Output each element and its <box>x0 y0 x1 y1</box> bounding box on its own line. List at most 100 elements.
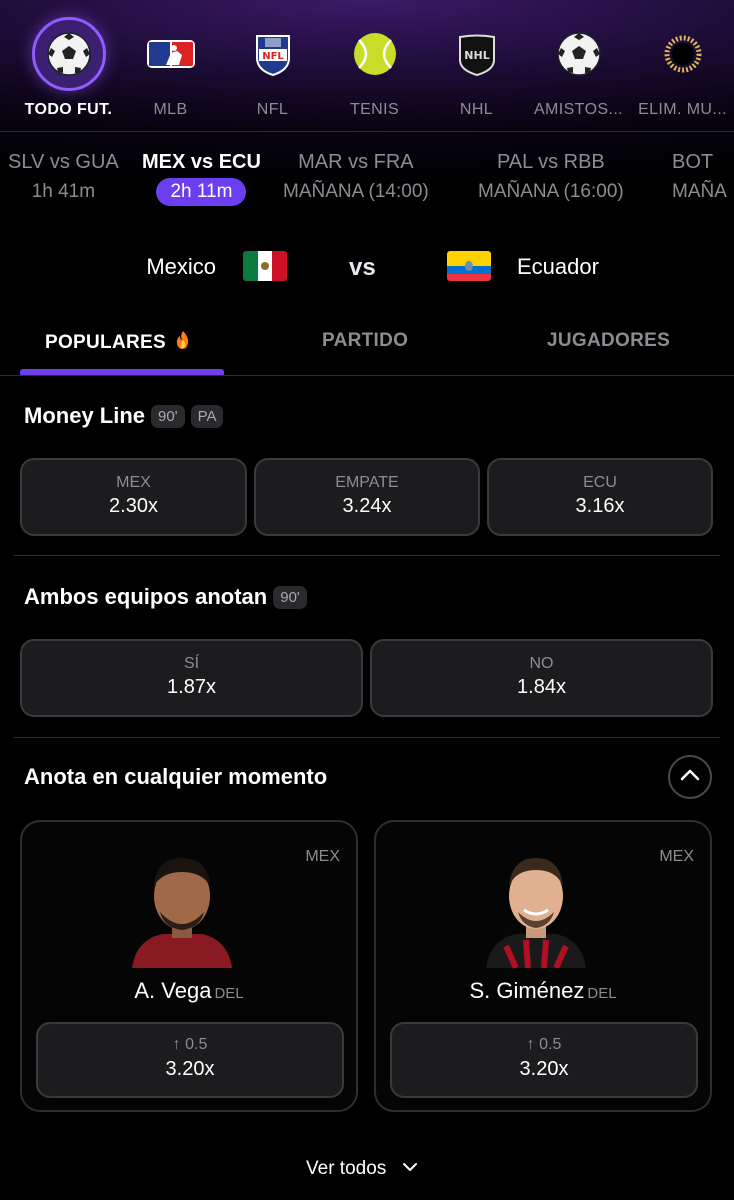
odds-value: 3.20x <box>519 1058 569 1080</box>
match-item[interactable]: SLV vs GUA 1h 41m <box>8 151 119 203</box>
anytime-scorer-section-title: Anota en cualquier momento <box>24 764 328 789</box>
tab-jugadores[interactable]: JUGADORES <box>547 330 670 352</box>
sport-label: MLB <box>153 101 188 118</box>
match-item[interactable]: PAL vs RBB MAÑANA (16:00) <box>478 151 624 203</box>
player-name-row: S. Giménez DEL <box>376 978 710 1004</box>
odds-value: 1.84x <box>517 676 566 698</box>
odds-button-si[interactable]: SÍ 1.87x <box>20 639 363 717</box>
svg-text:NFL: NFL <box>262 51 284 62</box>
player-name-row: A. Vega DEL <box>22 978 356 1004</box>
odds-button-ecu[interactable]: ECU 3.16x <box>487 458 713 536</box>
odds-button-no[interactable]: NO 1.84x <box>370 639 713 717</box>
svg-text:NHL: NHL <box>464 49 489 62</box>
chevron-down-icon <box>402 1156 418 1178</box>
odds-value: 3.24x <box>342 495 392 517</box>
see-all-label: Ver todos <box>306 1158 387 1179</box>
game-header: Mexico vs Ecuador <box>0 236 734 296</box>
active-tab-indicator <box>20 369 224 375</box>
sport-item-eliminatorias[interactable]: ELIM. MU... <box>631 0 734 132</box>
match-teams: SLV vs GUA <box>8 151 119 173</box>
sport-label: TODO FUT. <box>24 101 113 118</box>
ecuador-flag-icon <box>447 251 491 281</box>
goal-line: ↑ 0.5 <box>172 1036 208 1053</box>
player-name: S. Giménez <box>469 978 585 1003</box>
player-card[interactable]: MEX S. Giménez DEL ↑ 0.5 3.20x <box>374 820 712 1112</box>
player-position: DEL <box>587 985 617 1002</box>
collapse-button[interactable] <box>668 755 712 799</box>
sport-label: TENIS <box>349 101 400 118</box>
match-teams: MAR vs FRA <box>298 151 414 173</box>
sport-item-mlb[interactable]: MLB <box>119 0 222 132</box>
section-title-text: Money Line <box>24 403 146 428</box>
player-odds-button[interactable]: ↑ 0.5 3.20x <box>390 1022 698 1098</box>
odds-value: 2.30x <box>109 495 158 517</box>
sport-label: NHL <box>459 101 494 118</box>
odds-value: 3.20x <box>165 1058 215 1080</box>
section-divider <box>14 555 720 556</box>
section-divider <box>14 737 720 738</box>
sport-item-tennis[interactable]: TENIS <box>323 0 426 132</box>
match-teams: MEX vs ECU <box>142 151 261 173</box>
money-line-section-title: Money Line 90' PA <box>24 403 224 429</box>
odds-value: 3.16x <box>575 495 625 517</box>
section-title-text: Ambos equipos anotan <box>24 584 268 609</box>
soccer-ball-icon <box>31 17 106 91</box>
odds-button-empate[interactable]: EMPATE 3.24x <box>254 458 480 536</box>
mexico-flag-icon <box>243 251 287 281</box>
sport-label: AMISTOS... <box>533 101 624 118</box>
sport-item-nfl[interactable]: NFL NFL <box>221 0 324 132</box>
market-tabs: POPULARES PARTIDO JUGADORES <box>0 310 734 376</box>
sport-label: ELIM. MU... <box>638 101 727 118</box>
away-team-name: Ecuador <box>517 254 599 279</box>
match-item[interactable]: MAR vs FRA MAÑANA (14:00) <box>283 151 429 203</box>
player-name: A. Vega <box>134 978 212 1003</box>
see-all-button[interactable]: Ver todos <box>306 1156 418 1180</box>
player-position: DEL <box>214 985 244 1002</box>
match-item[interactable]: BOT MAÑA <box>672 151 727 203</box>
odds-label: MEX <box>116 474 151 491</box>
nfl-logo-icon: NFL <box>243 24 303 84</box>
player-card[interactable]: MEX A. Vega DEL ↑ 0.5 3.20x <box>20 820 358 1112</box>
player-odds-button[interactable]: ↑ 0.5 3.20x <box>36 1022 344 1098</box>
odds-value: 1.87x <box>167 676 216 698</box>
home-team-name: Mexico <box>146 254 216 279</box>
match-selector: SLV vs GUA 1h 41m MEX vs ECU 2h 11m MAR … <box>0 134 734 214</box>
match-teams: PAL vs RBB <box>496 151 605 173</box>
soccer-ball-icon <box>549 24 609 84</box>
player-photo <box>122 846 242 968</box>
fire-icon <box>175 330 191 356</box>
versus-label: vs <box>349 254 376 281</box>
player-team: MEX <box>305 848 340 865</box>
tab-label: POPULARES <box>45 332 166 353</box>
goal-line: ↑ 0.5 <box>526 1036 562 1053</box>
chevron-up-icon <box>680 768 700 786</box>
player-team: MEX <box>659 848 694 865</box>
mlb-logo-icon <box>141 24 201 84</box>
nhl-logo-icon: NHL <box>447 24 507 84</box>
match-teams: BOT <box>672 151 714 173</box>
match-item-active[interactable]: MEX vs ECU 2h 11m <box>142 151 261 206</box>
sports-selector: TODO FUT. MLB NFL NFL TENIS NHL NHL AMIS… <box>0 0 734 132</box>
tab-partido[interactable]: PARTIDO <box>322 330 408 352</box>
tab-populares[interactable]: POPULARES <box>45 330 191 356</box>
match-time: 1h 41m <box>31 181 96 202</box>
tennis-ball-icon <box>345 24 405 84</box>
odds-label: EMPATE <box>335 474 399 491</box>
sport-item-amistosos[interactable]: AMISTOS... <box>527 0 630 132</box>
sport-item-soccer[interactable]: TODO FUT. <box>17 0 120 132</box>
match-time: MAÑANA (16:00) <box>478 181 624 202</box>
duration-tag: 90' <box>273 586 307 609</box>
odds-label: ECU <box>583 474 617 491</box>
sport-item-nhl[interactable]: NHL NHL <box>425 0 528 132</box>
btts-section-title: Ambos equipos anotan 90' <box>24 584 307 610</box>
match-time-badge: 2h 11m <box>156 178 247 206</box>
player-photo <box>476 846 596 970</box>
match-time: MAÑA <box>672 181 727 202</box>
sport-label: NFL <box>256 101 289 118</box>
odds-button-mex[interactable]: MEX 2.30x <box>20 458 247 536</box>
pa-tag: PA <box>190 405 224 428</box>
duration-tag: 90' <box>151 405 185 428</box>
odds-label: SÍ <box>183 655 200 672</box>
sun-ring-icon <box>653 24 713 84</box>
match-time: MAÑANA (14:00) <box>283 181 429 202</box>
